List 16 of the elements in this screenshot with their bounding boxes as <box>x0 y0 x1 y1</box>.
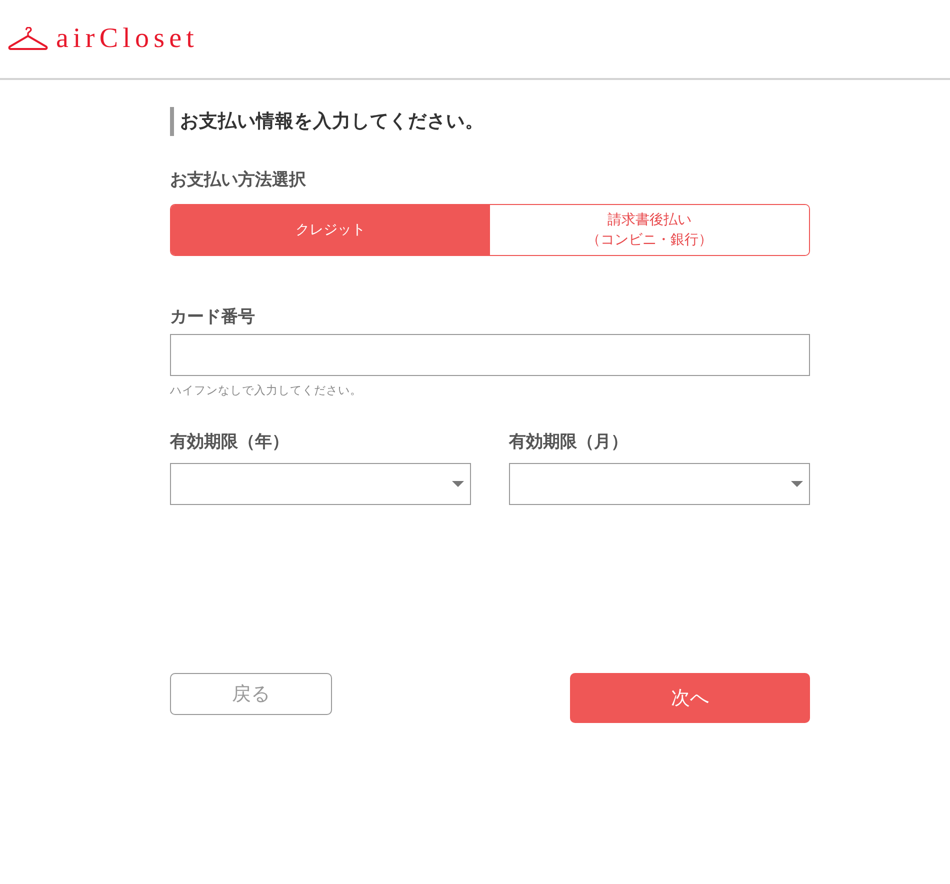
logo-text[interactable]: airCloset <box>56 25 198 53</box>
select-field[interactable] <box>509 463 810 505</box>
back-button[interactable]: 戻る <box>170 673 332 715</box>
page-title: お支払い情報を入力してください。 <box>170 107 810 136</box>
hint-text: ハイフンなしで入力してください。 <box>170 382 363 398</box>
card-number-field[interactable] <box>170 334 810 376</box>
caret-icon <box>452 481 464 487</box>
field-label: 有効期限（月） <box>509 431 629 454</box>
select-field[interactable] <box>170 463 471 505</box>
payment-option-tab[interactable]: クレジット <box>171 205 490 255</box>
field-label: 有効期限（年） <box>170 431 290 454</box>
section-label: お支払い方法選択 <box>170 169 307 192</box>
hanger-icon <box>8 27 48 51</box>
caret-icon <box>791 481 803 487</box>
field-label: カード番号 <box>170 306 256 329</box>
next-button[interactable]: 次へ <box>570 673 810 723</box>
